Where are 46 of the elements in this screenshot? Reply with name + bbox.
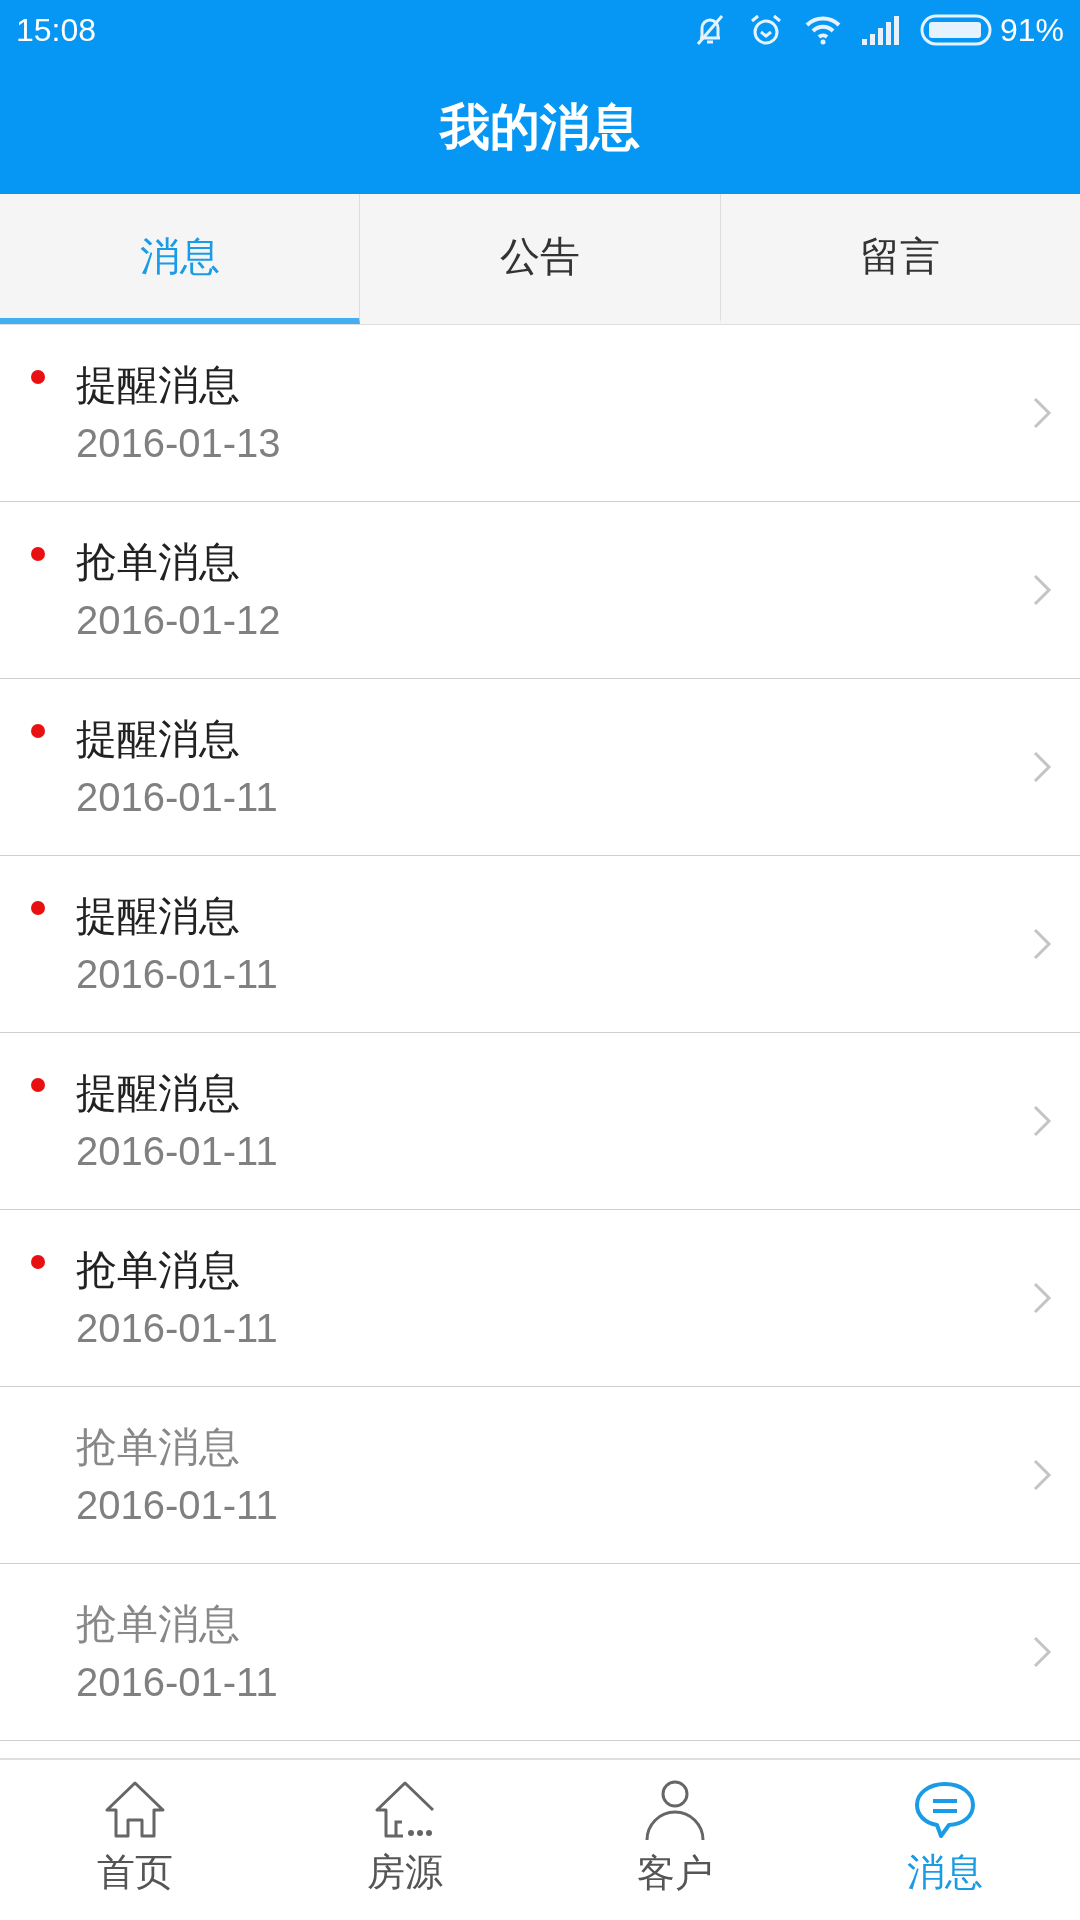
- chevron-right-icon: [1032, 1281, 1052, 1315]
- chat-bubble-icon: [913, 1779, 977, 1840]
- message-date: 2016-01-11: [76, 1128, 279, 1175]
- message-date: 2016-01-12: [76, 597, 282, 644]
- chevron-right-icon: [1032, 573, 1052, 607]
- message-row[interactable]: 提醒消息 2016-01-13: [0, 325, 1080, 502]
- message-row[interactable]: 提醒消息 2016-01-11: [0, 1033, 1080, 1210]
- message-title: 提醒消息: [76, 714, 241, 765]
- message-title: 提醒消息: [76, 891, 241, 942]
- house-icon: [103, 1779, 167, 1840]
- status-time: 15:08: [16, 11, 97, 50]
- message-date: 2016-01-11: [76, 1305, 279, 1352]
- tab[interactable]: 留言: [720, 194, 1080, 324]
- chevron-right-icon: [1032, 750, 1052, 784]
- chevron-right-icon: [1032, 1458, 1052, 1492]
- nav-tab[interactable]: 房源: [270, 1760, 540, 1920]
- message-row[interactable]: 抢单消息 2016-01-11: [0, 1387, 1080, 1564]
- message-row[interactable]: 抢单消息 2016-01-11: [0, 1564, 1080, 1741]
- message-date: 2016-01-11: [76, 1482, 279, 1529]
- nav-tab[interactable]: 首页: [0, 1760, 270, 1920]
- chevron-right-icon: [1032, 1104, 1052, 1138]
- message-row[interactable]: 抢单消息 2016-01-12: [0, 502, 1080, 679]
- battery-percent: 91%: [999, 11, 1064, 50]
- tab[interactable]: 公告: [360, 194, 721, 324]
- message-date: 2016-01-11: [76, 1659, 279, 1706]
- person-icon: [643, 1778, 707, 1841]
- message-date: 2016-01-13: [76, 420, 282, 467]
- message-title: 抢单消息: [76, 1422, 241, 1473]
- chevron-right-icon: [1032, 1635, 1052, 1669]
- house-dots-icon: [373, 1779, 437, 1840]
- nav-tab[interactable]: 客户: [540, 1760, 810, 1920]
- message-date: 2016-01-11: [76, 951, 279, 998]
- battery-icon: [919, 14, 992, 46]
- message-title: 提醒消息: [76, 360, 241, 411]
- chevron-right-icon: [1032, 927, 1052, 961]
- message-row[interactable]: 提醒消息 2016-01-11: [0, 679, 1080, 856]
- message-row[interactable]: 提醒消息 2016-01-11: [0, 856, 1080, 1033]
- signal-icon: [861, 15, 900, 45]
- chevron-right-icon: [1032, 396, 1052, 430]
- message-row[interactable]: 抢单消息 2016-01-11: [0, 1210, 1080, 1387]
- message-title: 提醒消息: [76, 1068, 241, 1119]
- message-title: 抢单消息: [76, 537, 241, 588]
- page-title: 我的消息: [440, 96, 640, 158]
- message-title: 抢单消息: [76, 1599, 241, 1650]
- message-date: 2016-01-11: [76, 774, 279, 821]
- message-title: 抢单消息: [76, 1245, 241, 1296]
